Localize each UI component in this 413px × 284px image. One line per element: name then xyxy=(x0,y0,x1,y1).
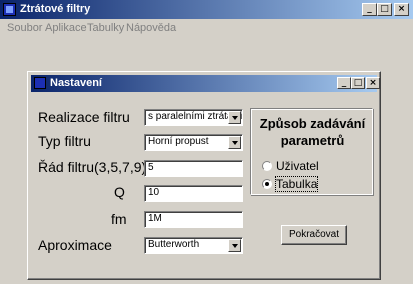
label-q: Q xyxy=(114,184,125,200)
input-method-group: Způsob zadávání parametrů Uživatel Tabul… xyxy=(250,108,373,195)
typ-filtru-select[interactable]: Horní propust xyxy=(144,134,243,151)
dialog-maximize-button[interactable]: □ xyxy=(351,77,365,89)
typ-filtru-value: Horní propust xyxy=(148,136,209,147)
settings-dialog: Nastavení _ □ × Realizace filtru Typ fil… xyxy=(27,71,381,280)
dialog-title-bar[interactable]: Nastavení _ □ × xyxy=(31,75,380,92)
radio-uzivatel-label[interactable]: Uživatel xyxy=(276,159,319,173)
radio-tabulka-label[interactable]: Tabulka xyxy=(274,176,319,192)
dialog-minimize-button[interactable]: _ xyxy=(337,77,351,89)
label-fm: fm xyxy=(111,211,127,227)
chevron-down-icon[interactable] xyxy=(228,239,241,252)
window-title: Ztrátové filtry xyxy=(20,3,91,15)
menu-soubor[interactable]: Soubor xyxy=(7,22,42,34)
chevron-down-icon[interactable] xyxy=(228,111,241,124)
dialog-title: Nastavení xyxy=(50,77,102,89)
dialog-icon xyxy=(34,77,46,89)
rad-filtru-input[interactable]: 5 xyxy=(144,160,243,177)
radio-tabulka[interactable] xyxy=(262,179,272,189)
menu-napoveda[interactable]: Nápověda xyxy=(126,22,176,34)
fm-input[interactable]: 1M xyxy=(144,211,243,228)
menu-aplikace[interactable]: Aplikace xyxy=(45,22,87,34)
aproximace-value: Butterworth xyxy=(148,239,200,250)
q-input[interactable]: 10 xyxy=(144,185,243,202)
radio-uzivatel[interactable] xyxy=(262,161,272,171)
main-title-bar[interactable]: Ztrátové filtry _ □ × xyxy=(0,0,413,19)
menu-bar: Soubor Aplikace Tabulky Nápověda xyxy=(0,19,413,36)
chevron-down-icon[interactable] xyxy=(228,136,241,149)
group-title-line2: parametrů xyxy=(280,133,345,148)
label-aproximace: Aproximace xyxy=(38,237,112,253)
minimize-button[interactable]: _ xyxy=(362,3,377,16)
aproximace-select[interactable]: Butterworth xyxy=(144,237,243,254)
continue-button[interactable]: Pokračovat xyxy=(281,225,347,245)
realizace-filtru-select[interactable]: s paralelními ztrátami xyxy=(144,109,243,126)
app-icon[interactable] xyxy=(3,3,16,16)
close-button[interactable]: × xyxy=(394,3,409,16)
group-title: Způsob zadávání parametrů xyxy=(251,115,374,149)
maximize-button[interactable]: □ xyxy=(377,3,392,16)
label-realizace-filtru: Realizace filtru xyxy=(38,109,130,125)
group-title-line1: Způsob zadávání xyxy=(259,116,366,131)
label-typ-filtru: Typ filtru xyxy=(38,133,91,149)
label-rad-filtru: Řád filtru(3,5,7,9) xyxy=(38,159,147,175)
menu-tabulky[interactable]: Tabulky xyxy=(87,22,124,34)
dialog-close-button[interactable]: × xyxy=(366,77,380,89)
